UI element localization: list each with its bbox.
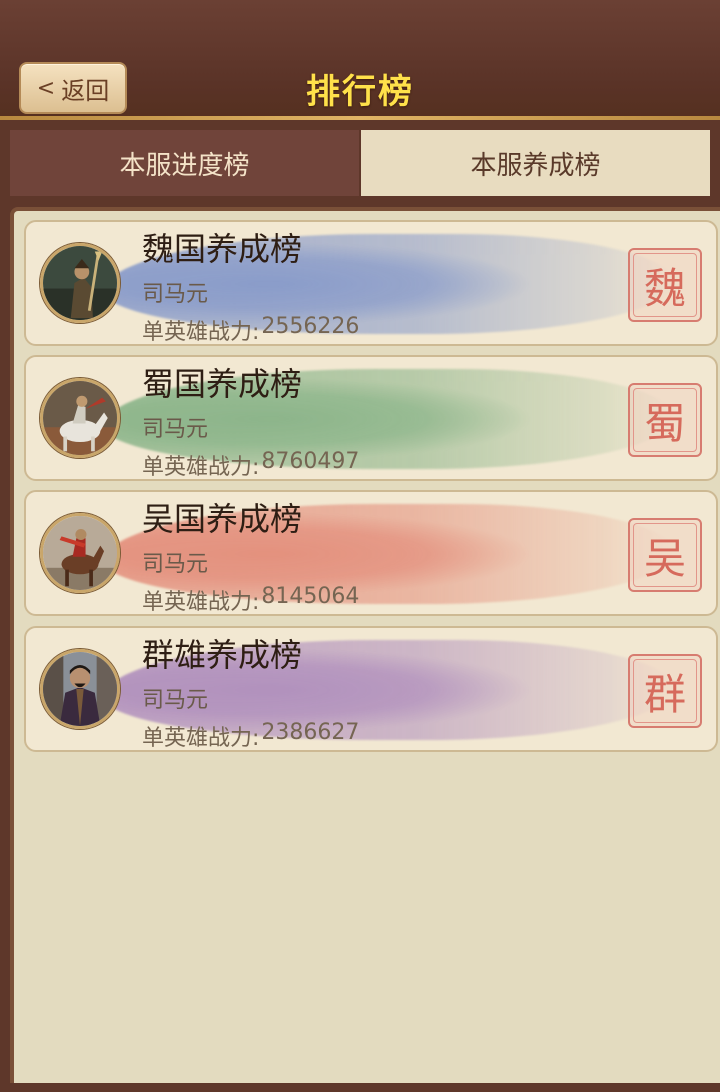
power-value: 8760497 xyxy=(261,449,360,474)
hero-power: 单英雄战力: 2386627 xyxy=(142,720,360,751)
power-label: 单英雄战力: xyxy=(142,726,260,751)
seal-character: 魏 xyxy=(633,253,697,317)
rider-on-brown-horse-icon xyxy=(40,513,120,593)
knight-on-white-horse-icon xyxy=(40,378,120,458)
player-name: 司马元 xyxy=(142,282,209,307)
tab-label: 本服养成榜 xyxy=(470,150,601,181)
faction-seal-icon: 蜀 xyxy=(628,383,702,457)
ranking-card-qun[interactable]: 群雄养成榜 司马元 单英雄战力: 2386627 群 xyxy=(24,626,718,752)
power-value: 2386627 xyxy=(261,720,360,745)
ranking-title: 蜀国养成榜 xyxy=(142,365,303,403)
tab-label: 本服进度榜 xyxy=(119,150,250,181)
faction-seal-icon: 吴 xyxy=(628,518,702,592)
ranking-card-wu[interactable]: 吴国养成榜 司马元 单英雄战力: 8145064 吴 xyxy=(24,490,718,616)
header-divider xyxy=(0,116,720,120)
hero-power: 单英雄战力: 8145064 xyxy=(142,584,360,615)
tab-server-cultivation[interactable]: 本服养成榜 xyxy=(361,130,710,196)
page-title: 排行榜 xyxy=(306,72,414,112)
ranking-title: 群雄养成榜 xyxy=(142,636,303,674)
power-value: 2556226 xyxy=(261,314,360,339)
seal-character: 蜀 xyxy=(633,388,697,452)
warlord-in-robe-icon xyxy=(40,649,120,729)
ranking-card-wei[interactable]: 魏国养成榜 司马元 单英雄战力: 2556226 魏 xyxy=(24,220,718,346)
general-with-halberd-icon xyxy=(40,243,120,323)
hero-power: 单英雄战力: 2556226 xyxy=(142,314,360,345)
ranking-title: 吴国养成榜 xyxy=(142,500,303,538)
player-name: 司马元 xyxy=(142,417,209,442)
seal-character: 吴 xyxy=(633,523,697,587)
ranking-card-shu[interactable]: 蜀国养成榜 司马元 单英雄战力: 8760497 蜀 xyxy=(24,355,718,481)
power-label: 单英雄战力: xyxy=(142,590,260,615)
faction-seal-icon: 群 xyxy=(628,654,702,728)
faction-seal-icon: 魏 xyxy=(628,248,702,322)
hero-power: 单英雄战力: 8760497 xyxy=(142,449,360,480)
tab-server-progress[interactable]: 本服进度榜 xyxy=(10,130,359,196)
tab-bar: 本服进度榜 本服养成榜 xyxy=(10,130,710,196)
power-value: 8145064 xyxy=(261,584,360,609)
seal-character: 群 xyxy=(633,659,697,723)
power-label: 单英雄战力: xyxy=(142,320,260,345)
ranking-title: 魏国养成榜 xyxy=(142,230,303,268)
player-name: 司马元 xyxy=(142,688,209,713)
player-name: 司马元 xyxy=(142,552,209,577)
power-label: 单英雄战力: xyxy=(142,455,260,480)
